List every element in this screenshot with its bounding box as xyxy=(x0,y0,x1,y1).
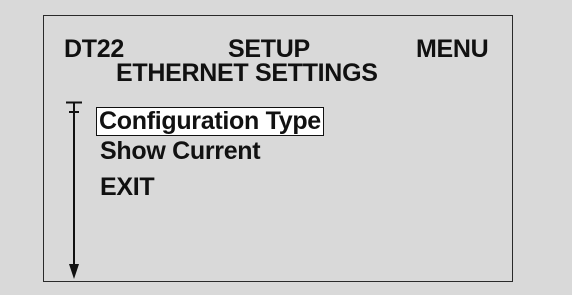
scroll-indicator xyxy=(66,101,82,279)
menu-label: MENU xyxy=(416,35,489,63)
page-title: ETHERNET SETTINGS xyxy=(116,59,378,87)
menu-item-exit[interactable]: EXIT xyxy=(98,173,156,202)
lcd-screen: DT22 SETUP MENU ETHERNET SETTINGS Config… xyxy=(43,15,513,282)
menu-item-show-current[interactable]: Show Current xyxy=(98,137,262,166)
device-model-label: DT22 xyxy=(64,35,124,63)
scroll-down-arrow-icon xyxy=(69,264,79,279)
menu-item-configuration-type[interactable]: Configuration Type xyxy=(96,107,324,136)
